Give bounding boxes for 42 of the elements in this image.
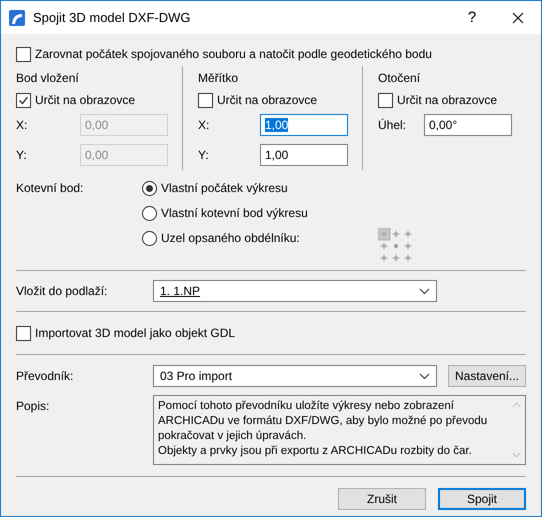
dialog-button[interactable]: Zrušit [338, 488, 426, 510]
scroll-down-icon[interactable] [512, 452, 521, 458]
field-label: Kotevní bod: [16, 180, 84, 197]
radio-button[interactable]: Vlastní kotevní bod výkresu [142, 203, 308, 223]
checkbox[interactable]: Určit na obrazovce [198, 90, 348, 110]
radio-button[interactable]: Uzel opsaného obdélníku: [142, 228, 308, 248]
description-line: pokračovat v jejich úpravách. [158, 429, 308, 444]
description-line: ARCHICADu ve formátu DXF/DWG, aby bylo možné po převodu [158, 414, 488, 429]
input-field[interactable]: 1,00 [260, 144, 348, 166]
section-heading: Bod vložení [16, 70, 80, 87]
field-label: Y: [198, 148, 209, 162]
help-button[interactable]: ? [449, 1, 495, 34]
radio-button[interactable]: Vlastní počátek výkresu [142, 178, 308, 198]
chevron-down-icon [419, 288, 430, 294]
description-line: Objekty a prvky jsou při exportu z ARCHICADu rozbity do čar. [158, 444, 473, 459]
checkbox[interactable]: Určit na obrazovce [378, 90, 512, 110]
app-logo-icon [9, 10, 25, 26]
field-label: Popis: [16, 398, 50, 415]
chevron-down-icon [419, 372, 430, 380]
field-label: Vložit do podlaží: [16, 284, 108, 298]
description-line: Pomocí tohoto převodníku uložíte výkresy nebo zobrazení [158, 399, 455, 414]
checkmark-icon [18, 94, 29, 106]
checkbox[interactable]: Importovat 3D model jako objekt GDL [16, 323, 526, 343]
field-label: X: [198, 118, 210, 132]
input-field[interactable]: 0,00° [424, 114, 512, 136]
settings-button[interactable]: Nastavení... [448, 365, 526, 387]
field-label: Převodník: [16, 368, 74, 385]
story-dropdown[interactable]: 1. 1.NP [153, 280, 437, 302]
scroll-up-icon[interactable] [512, 402, 521, 408]
field-label: Úhel: [378, 118, 406, 132]
dialog-button[interactable]: Spojit [438, 488, 526, 510]
close-icon [512, 12, 524, 24]
checkbox[interactable]: Určit na obrazovce [16, 90, 168, 110]
checkbox[interactable]: Zarovnat počátek spojovaného souboru a natočit podle geodetického bodu [16, 44, 526, 64]
section-heading: Měřítko [198, 70, 240, 87]
window-title: Spojit 3D model DXF-DWG [33, 10, 192, 25]
section-heading: Otočení [378, 70, 422, 87]
translator-dropdown[interactable]: 03 Pro import [153, 365, 437, 387]
input-field[interactable]: 1,00 [260, 114, 348, 136]
field-label: Y: [16, 148, 27, 162]
field-label: X: [16, 118, 28, 132]
anchor-grid-icon[interactable] [378, 228, 414, 264]
